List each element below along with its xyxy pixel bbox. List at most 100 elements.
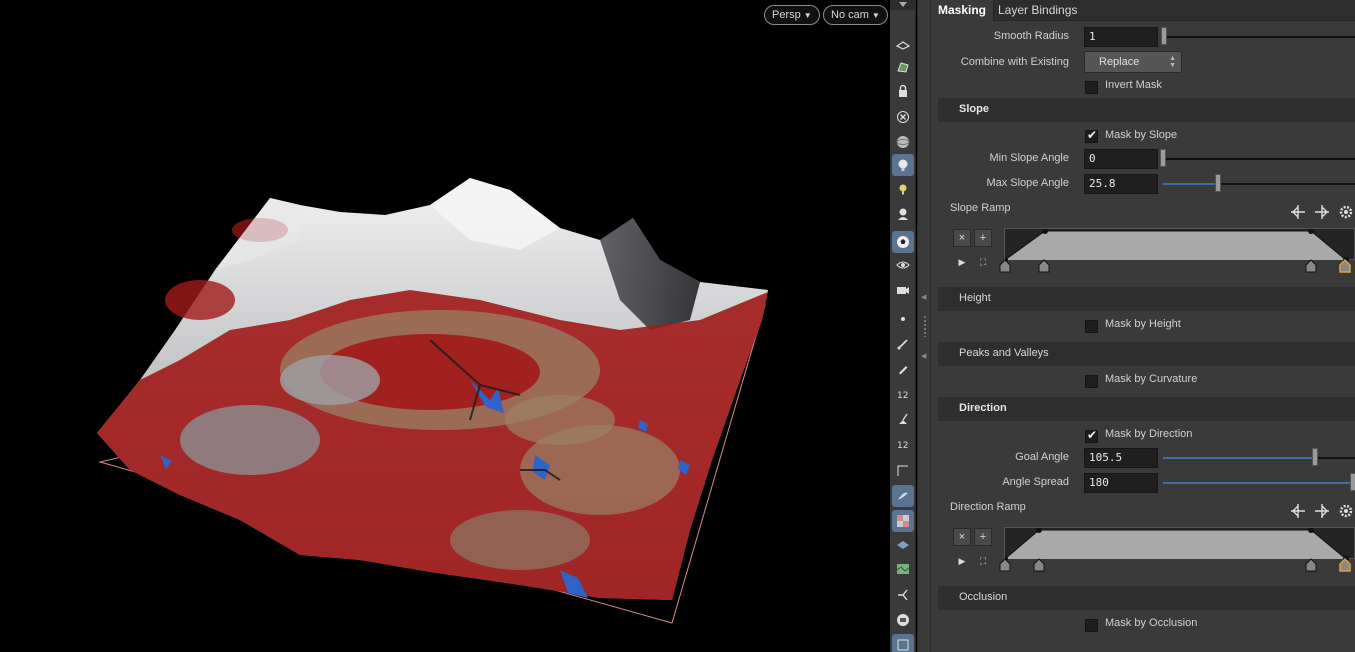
camera-label: No cam: [831, 9, 869, 21]
section-occlusion[interactable]: Occlusion: [938, 586, 1355, 610]
terrain-render: [97, 178, 768, 624]
camera-dropdown[interactable]: No cam ▼: [823, 5, 888, 25]
play-icon[interactable]: ▶: [956, 555, 968, 567]
ramp-remove-button[interactable]: ×: [953, 229, 971, 247]
section-direction[interactable]: Direction: [938, 397, 1355, 421]
mask-by-occlusion-label: Mask by Occlusion: [1105, 617, 1198, 629]
fin-icon[interactable]: [892, 485, 914, 507]
ramp-add-button[interactable]: +: [974, 229, 992, 247]
toolbar-menu[interactable]: [890, 0, 916, 10]
direction-ramp-keys[interactable]: [999, 557, 1355, 573]
goal-angle-label: Goal Angle: [1015, 451, 1069, 463]
tab-layer-bindings[interactable]: Layer Bindings: [991, 0, 1084, 21]
sphere-icon[interactable]: [892, 131, 914, 153]
triangle-down-icon: [899, 2, 907, 7]
section-height[interactable]: Height: [938, 287, 1355, 311]
min-slope-handle[interactable]: [1160, 149, 1166, 167]
joint-icon[interactable]: [892, 584, 914, 606]
camera-mode-label: Persp: [772, 9, 801, 21]
camera-mode-dropdown[interactable]: Persp ▼: [764, 5, 820, 25]
max-slope-label: Max Slope Angle: [986, 177, 1069, 189]
bulb-icon[interactable]: [892, 178, 914, 200]
map-icon[interactable]: [892, 558, 914, 580]
section-peaks-title: Peaks and Valleys: [959, 347, 1049, 359]
max-slope-handle[interactable]: [1215, 174, 1221, 192]
ramp-flip-icon[interactable]: [1290, 204, 1306, 220]
mask-by-slope-checkbox[interactable]: [1085, 128, 1098, 143]
play-icon[interactable]: ▶: [956, 256, 968, 268]
tab-masking[interactable]: Masking: [931, 0, 995, 21]
min-slope-label: Min Slope Angle: [989, 152, 1070, 164]
mask-by-height-label: Mask by Height: [1105, 318, 1181, 330]
pane-splitter[interactable]: ◀ ◀: [917, 0, 931, 652]
mask-by-direction-checkbox[interactable]: [1085, 428, 1098, 443]
angle-spread-fill: [1163, 482, 1353, 484]
angle-spread-field[interactable]: 180: [1084, 473, 1158, 493]
slope-ramp-label: Slope Ramp: [950, 202, 1011, 214]
number-12-icon[interactable]: 12: [892, 383, 914, 405]
tab-bar: Masking Layer Bindings: [931, 0, 1355, 21]
smooth-radius-handle[interactable]: [1161, 27, 1167, 45]
view-icon[interactable]: [892, 34, 914, 56]
min-slope-slider[interactable]: [1163, 158, 1355, 160]
smooth-radius-label: Smooth Radius: [993, 30, 1069, 42]
camera-icon[interactable]: [892, 279, 914, 301]
expand-icon[interactable]: ⛶: [977, 256, 989, 268]
ramp-flip-icon[interactable]: [1290, 503, 1306, 519]
max-slope-fill: [1163, 183, 1215, 185]
head-light-icon[interactable]: [892, 203, 914, 225]
svg-text:12: 12: [897, 441, 908, 451]
mask-by-curvature-label: Mask by Curvature: [1105, 373, 1198, 385]
section-slope[interactable]: Slope: [938, 98, 1355, 122]
combine-label: Combine with Existing: [960, 56, 1069, 68]
combine-value: Replace: [1099, 56, 1140, 68]
mask-by-curvature-checkbox[interactable]: [1085, 375, 1098, 388]
goal-angle-handle[interactable]: [1312, 448, 1318, 466]
combine-dropdown[interactable]: Replace ▲ ▼: [1084, 51, 1182, 73]
angle-spread-label: Angle Spread: [1002, 476, 1069, 488]
light-icon[interactable]: [892, 154, 914, 176]
smooth-radius-slider[interactable]: [1163, 36, 1355, 38]
drag-handle[interactable]: [923, 315, 927, 337]
disc-icon[interactable]: [892, 609, 914, 631]
number-12b-icon[interactable]: 12: [892, 433, 914, 455]
direction-ramp-editor[interactable]: [1004, 527, 1355, 560]
slope-ramp-keys[interactable]: [999, 258, 1355, 274]
close-circle-icon[interactable]: [892, 106, 914, 128]
ramp-reset-icon[interactable]: [1314, 204, 1330, 220]
angle-spread-handle[interactable]: [1350, 473, 1355, 491]
max-slope-field[interactable]: 25.8: [1084, 174, 1158, 194]
collapse-right-icon[interactable]: ◀: [921, 352, 926, 360]
select-paint-icon[interactable]: [892, 56, 914, 78]
gear-icon[interactable]: [1338, 204, 1354, 220]
invert-mask-checkbox[interactable]: [1085, 81, 1098, 94]
section-peaks-valleys[interactable]: Peaks and Valleys: [938, 342, 1355, 366]
broom-icon[interactable]: [892, 408, 914, 430]
checker-icon[interactable]: [892, 510, 914, 532]
ramp-reset-icon[interactable]: [1314, 503, 1330, 519]
ramp-remove-button[interactable]: ×: [953, 528, 971, 546]
scene-viewport[interactable]: Persp ▼ No cam ▼: [0, 0, 890, 652]
lock-icon[interactable]: [892, 80, 914, 102]
slope-ramp-editor[interactable]: [1004, 228, 1355, 261]
section-direction-title: Direction: [959, 402, 1007, 414]
pencil-icon[interactable]: [892, 358, 914, 380]
ramp-add-button[interactable]: +: [974, 528, 992, 546]
layer-icon[interactable]: [892, 534, 914, 556]
gear-icon[interactable]: [1338, 503, 1354, 519]
soccer-ball-icon[interactable]: [892, 231, 914, 253]
collapse-left-icon[interactable]: ◀: [921, 293, 926, 301]
mask-by-height-checkbox[interactable]: [1085, 320, 1098, 333]
svg-text:12: 12: [897, 391, 908, 401]
eye-icon[interactable]: [892, 254, 914, 276]
mask-by-occlusion-checkbox[interactable]: [1085, 619, 1098, 632]
min-slope-field[interactable]: 0: [1084, 149, 1158, 169]
chevron-down-icon: ▼: [871, 11, 880, 20]
angle-icon[interactable]: [892, 459, 914, 481]
brush-icon[interactable]: [892, 333, 914, 355]
expand-icon[interactable]: ⛶: [977, 555, 989, 567]
frame-icon[interactable]: [892, 634, 914, 652]
goal-angle-field[interactable]: 105.5: [1084, 448, 1158, 468]
smooth-radius-field[interactable]: 1: [1084, 27, 1158, 47]
point-icon[interactable]: [892, 308, 914, 330]
